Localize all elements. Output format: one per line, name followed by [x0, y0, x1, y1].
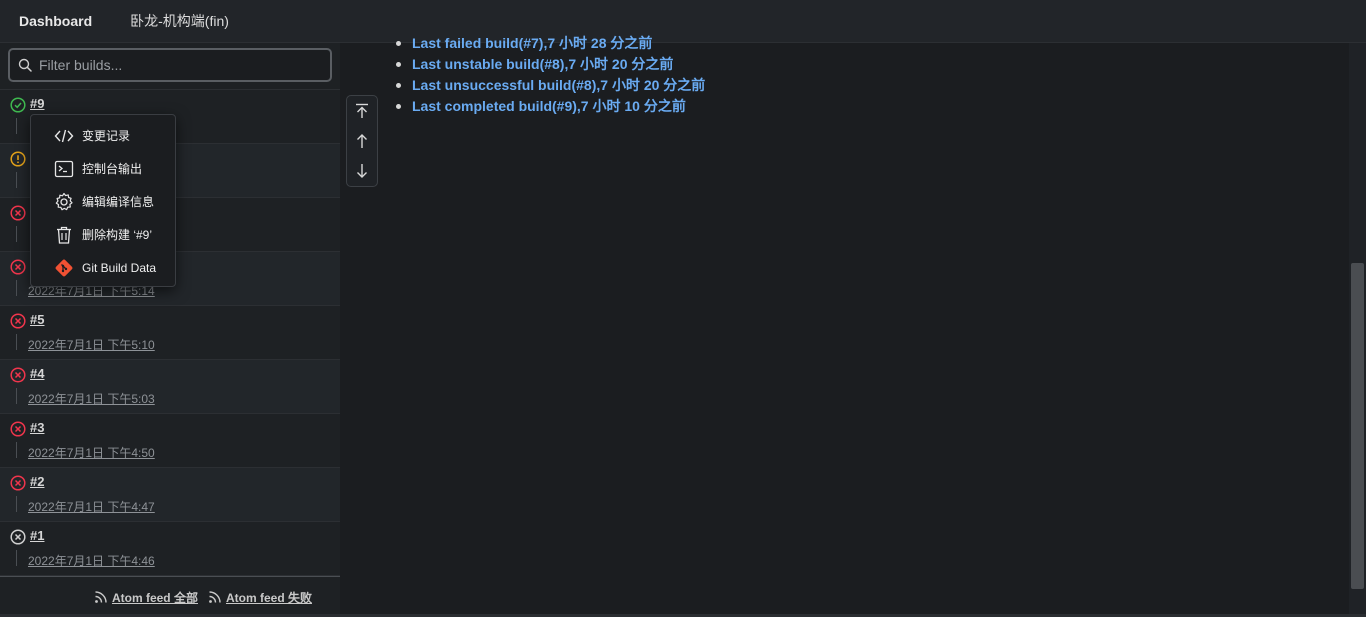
last-unstable-build-link[interactable]: Last unstable build(#8),7 小时 20 分之前 — [412, 56, 673, 72]
atom-feed-all-link[interactable]: Atom feed 全部 — [94, 589, 198, 606]
build-connector — [16, 388, 17, 404]
breadcrumb-job[interactable]: 卧龙-机构端(fin) — [111, 0, 248, 43]
code-icon — [54, 126, 74, 146]
build-time[interactable]: 2022年7月1日 下午4:47 — [28, 498, 155, 515]
build-number[interactable]: #2 — [30, 474, 44, 489]
build-context-menu: 变更记录 控制台输出 编辑编译信息 删除构建 ‘#9’ Git Build Da… — [30, 114, 176, 287]
terminal-icon — [54, 159, 74, 179]
build-connector — [16, 442, 17, 458]
build-time[interactable]: 2022年7月1日 下午4:50 — [28, 444, 155, 461]
menu-item-edit-info[interactable]: 编辑编译信息 — [31, 185, 175, 218]
menu-item-label: 控制台输出 — [82, 162, 143, 176]
git-icon — [54, 258, 74, 278]
trash-icon — [54, 225, 74, 245]
build-number[interactable]: #5 — [30, 312, 44, 327]
last-unsuccessful-build-link[interactable]: Last unsuccessful build(#8),7 小时 20 分之前 — [412, 77, 705, 93]
build-row[interactable]: #5 2022年7月1日 下午5:10 — [0, 306, 340, 360]
build-connector — [16, 118, 17, 134]
scroll-up-button[interactable] — [347, 126, 377, 156]
last-completed-build-link[interactable]: Last completed build(#9),7 小时 10 分之前 — [412, 98, 686, 114]
last-failed-build-link[interactable]: Last failed build(#7),7 小时 28 分之前 — [412, 35, 652, 51]
build-time[interactable]: 2022年7月1日 下午4:46 — [28, 552, 155, 569]
warning-icon — [10, 151, 26, 167]
build-connector — [16, 334, 17, 350]
build-row[interactable]: #1 2022年7月1日 下午4:46 — [0, 522, 340, 576]
build-row[interactable]: #3 2022年7月1日 下午4:50 — [0, 414, 340, 468]
build-row[interactable]: #2 2022年7月1日 下午4:47 — [0, 468, 340, 522]
arrow-up-icon — [357, 134, 367, 148]
failed-icon — [10, 421, 26, 437]
build-connector — [16, 496, 17, 512]
gear-icon — [54, 192, 74, 212]
breadcrumb-dashboard[interactable]: Dashboard — [0, 0, 111, 43]
menu-item-changes[interactable]: 变更记录 — [31, 119, 175, 152]
build-number[interactable]: #1 — [30, 528, 44, 543]
build-number[interactable]: #9 — [30, 96, 44, 111]
failed-icon — [10, 475, 26, 491]
failed-icon — [10, 205, 26, 221]
permalink-item: Last completed build(#9),7 小时 10 分之前 — [396, 96, 705, 117]
menu-item-label: Git Build Data — [82, 260, 157, 275]
menu-item-label: 删除构建 ‘#9’ — [82, 228, 153, 242]
build-connector — [16, 226, 17, 242]
failed-icon — [10, 313, 26, 329]
atom-feed-all-label[interactable]: Atom feed 全部 — [112, 589, 198, 606]
scroll-to-top-icon — [356, 103, 368, 118]
atom-feed-failed-link[interactable]: Atom feed 失败 — [208, 589, 312, 606]
atom-feeds: Atom feed 全部 Atom feed 失败 — [0, 576, 340, 617]
scroll-down-button[interactable] — [347, 156, 377, 186]
filter-builds-input[interactable] — [39, 57, 309, 73]
permalink-item: Last failed build(#7),7 小时 28 分之前 — [396, 33, 705, 54]
build-time[interactable]: 2022年7月1日 下午5:03 — [28, 390, 155, 407]
filter-wrapper — [0, 43, 340, 90]
permalink-item: Last unstable build(#8),7 小时 20 分之前 — [396, 54, 705, 75]
success-icon — [10, 97, 26, 113]
aborted-icon — [10, 529, 26, 545]
menu-item-git-build-data[interactable]: Git Build Data — [31, 251, 175, 284]
rss-icon — [209, 591, 221, 603]
permalink-item: Last unsuccessful build(#8),7 小时 20 分之前 — [396, 75, 705, 96]
rss-icon — [95, 591, 107, 603]
menu-item-console[interactable]: 控制台输出 — [31, 152, 175, 185]
history-scroll-controls — [346, 95, 378, 187]
menu-item-delete-build[interactable]: 删除构建 ‘#9’ — [31, 218, 175, 251]
failed-icon — [10, 259, 26, 275]
failed-icon — [10, 367, 26, 383]
menu-item-label: 编辑编译信息 — [82, 195, 155, 209]
search-icon — [18, 58, 32, 72]
build-connector — [16, 550, 17, 566]
build-connector — [16, 172, 17, 188]
build-connector — [16, 280, 17, 296]
atom-feed-failed-label[interactable]: Atom feed 失败 — [226, 589, 312, 606]
scroll-to-top-button[interactable] — [347, 96, 377, 126]
build-number[interactable]: #3 — [30, 420, 44, 435]
menu-item-label: 变更记录 — [82, 129, 131, 143]
permalinks-list: Last failed build(#7),7 小时 28 分之前 Last u… — [396, 33, 705, 117]
build-time[interactable]: 2022年7月1日 下午5:10 — [28, 336, 155, 353]
build-row[interactable]: #4 2022年7月1日 下午5:03 — [0, 360, 340, 414]
page-scrollbar[interactable] — [1349, 43, 1366, 617]
scrollbar-thumb[interactable] — [1351, 263, 1364, 589]
filter-box[interactable] — [8, 48, 332, 82]
arrow-down-icon — [357, 164, 367, 178]
build-number[interactable]: #4 — [30, 366, 44, 381]
